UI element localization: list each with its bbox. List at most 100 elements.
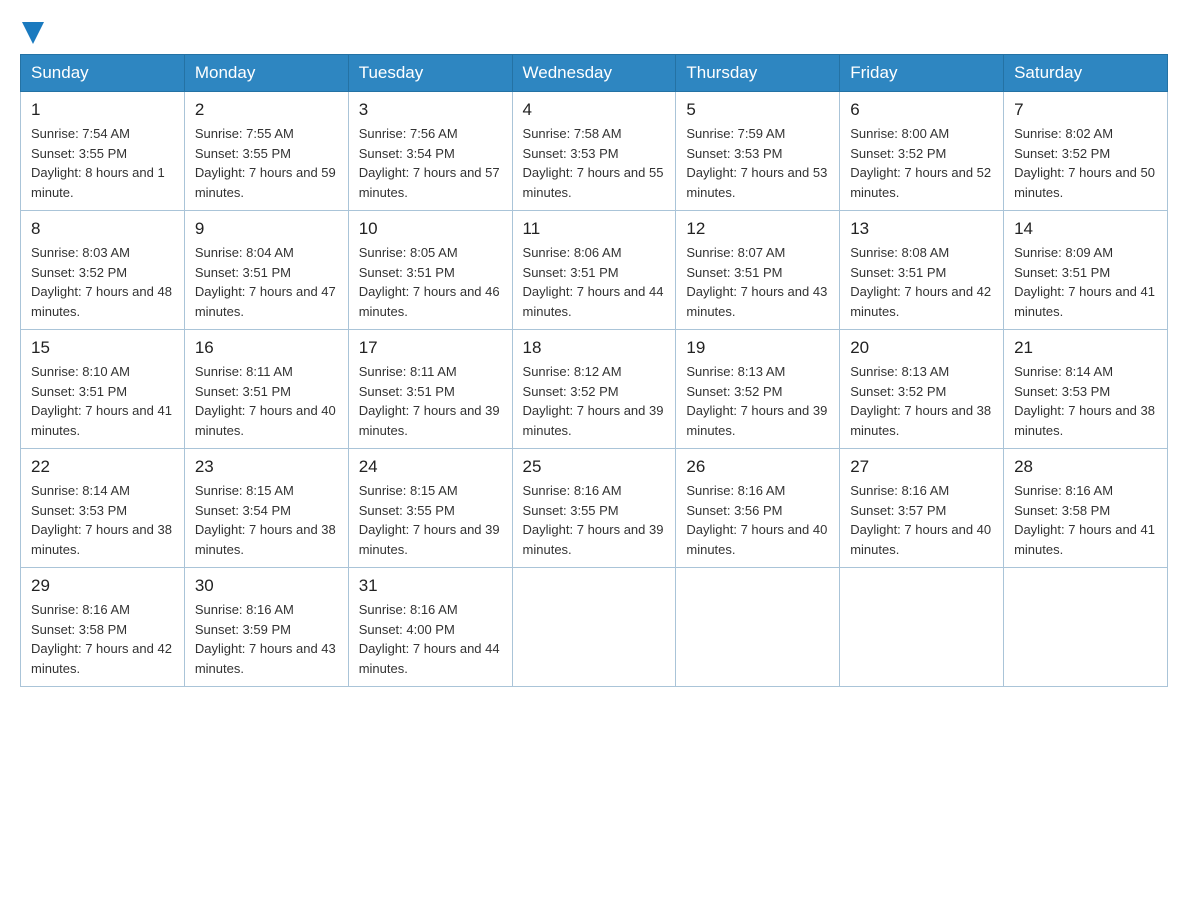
logo-triangle-icon bbox=[22, 22, 44, 44]
day-number: 12 bbox=[686, 219, 829, 239]
logo bbox=[20, 20, 44, 44]
day-number: 3 bbox=[359, 100, 502, 120]
calendar-cell: 23 Sunrise: 8:15 AMSunset: 3:54 PMDayligh… bbox=[184, 449, 348, 568]
calendar-cell: 14Sunrise: 8:09 AMSunset: 3:51 PMDayligh… bbox=[1004, 211, 1168, 330]
day-info: Sunrise: 8:12 AMSunset: 3:52 PMDaylight:… bbox=[523, 362, 666, 440]
calendar-week-4: 22 Sunrise: 8:14 AMSunset: 3:53 PMDayligh… bbox=[21, 449, 1168, 568]
calendar-cell: 12 Sunrise: 8:07 AMSunset: 3:51 PMDayligh… bbox=[676, 211, 840, 330]
day-number: 21 bbox=[1014, 338, 1157, 358]
day-number: 30 bbox=[195, 576, 338, 596]
day-number: 11 bbox=[523, 219, 666, 239]
calendar-week-5: 29Sunrise: 8:16 AMSunset: 3:58 PMDayligh… bbox=[21, 568, 1168, 687]
calendar-cell: 22 Sunrise: 8:14 AMSunset: 3:53 PMDayligh… bbox=[21, 449, 185, 568]
calendar-cell bbox=[512, 568, 676, 687]
calendar-cell: 5 Sunrise: 7:59 AMSunset: 3:53 PMDaylight… bbox=[676, 92, 840, 211]
header-day-saturday: Saturday bbox=[1004, 55, 1168, 92]
day-number: 7 bbox=[1014, 100, 1157, 120]
day-number: 5 bbox=[686, 100, 829, 120]
day-info: Sunrise: 8:07 AMSunset: 3:51 PMDaylight:… bbox=[686, 243, 829, 321]
day-number: 25 bbox=[523, 457, 666, 477]
header-day-tuesday: Tuesday bbox=[348, 55, 512, 92]
calendar-cell: 7 Sunrise: 8:02 AMSunset: 3:52 PMDaylight… bbox=[1004, 92, 1168, 211]
calendar-cell: 19 Sunrise: 8:13 AMSunset: 3:52 PMDayligh… bbox=[676, 330, 840, 449]
calendar-cell: 9 Sunrise: 8:04 AMSunset: 3:51 PMDaylight… bbox=[184, 211, 348, 330]
day-number: 26 bbox=[686, 457, 829, 477]
day-info: Sunrise: 8:16 AMSunset: 4:00 PMDaylight:… bbox=[359, 600, 502, 678]
header-day-wednesday: Wednesday bbox=[512, 55, 676, 92]
calendar-week-2: 8 Sunrise: 8:03 AMSunset: 3:52 PMDaylight… bbox=[21, 211, 1168, 330]
calendar-cell: 4 Sunrise: 7:58 AMSunset: 3:53 PMDaylight… bbox=[512, 92, 676, 211]
day-number: 16 bbox=[195, 338, 338, 358]
calendar-cell bbox=[840, 568, 1004, 687]
day-info: Sunrise: 8:00 AMSunset: 3:52 PMDaylight:… bbox=[850, 124, 993, 202]
day-info: Sunrise: 8:16 AMSunset: 3:55 PMDaylight:… bbox=[523, 481, 666, 559]
day-number: 2 bbox=[195, 100, 338, 120]
calendar-week-1: 1 Sunrise: 7:54 AMSunset: 3:55 PMDaylight… bbox=[21, 92, 1168, 211]
day-info: Sunrise: 8:15 AMSunset: 3:55 PMDaylight:… bbox=[359, 481, 502, 559]
calendar-cell: 30 Sunrise: 8:16 AMSunset: 3:59 PMDayligh… bbox=[184, 568, 348, 687]
calendar-cell: 8 Sunrise: 8:03 AMSunset: 3:52 PMDaylight… bbox=[21, 211, 185, 330]
day-number: 14 bbox=[1014, 219, 1157, 239]
calendar-cell: 1 Sunrise: 7:54 AMSunset: 3:55 PMDaylight… bbox=[21, 92, 185, 211]
day-number: 9 bbox=[195, 219, 338, 239]
calendar-cell: 27 Sunrise: 8:16 AMSunset: 3:57 PMDayligh… bbox=[840, 449, 1004, 568]
calendar-cell: 15 Sunrise: 8:10 AMSunset: 3:51 PMDayligh… bbox=[21, 330, 185, 449]
day-number: 22 bbox=[31, 457, 174, 477]
day-info: Sunrise: 7:54 AMSunset: 3:55 PMDaylight:… bbox=[31, 124, 174, 202]
day-number: 27 bbox=[850, 457, 993, 477]
day-info: Sunrise: 8:05 AMSunset: 3:51 PMDaylight:… bbox=[359, 243, 502, 321]
day-info: Sunrise: 7:58 AMSunset: 3:53 PMDaylight:… bbox=[523, 124, 666, 202]
calendar-cell: 3 Sunrise: 7:56 AMSunset: 3:54 PMDaylight… bbox=[348, 92, 512, 211]
calendar-cell: 17 Sunrise: 8:11 AMSunset: 3:51 PMDayligh… bbox=[348, 330, 512, 449]
day-number: 4 bbox=[523, 100, 666, 120]
day-info: Sunrise: 8:14 AMSunset: 3:53 PMDaylight:… bbox=[1014, 362, 1157, 440]
calendar-body: 1 Sunrise: 7:54 AMSunset: 3:55 PMDaylight… bbox=[21, 92, 1168, 687]
calendar-cell: 16 Sunrise: 8:11 AMSunset: 3:51 PMDayligh… bbox=[184, 330, 348, 449]
calendar-header: SundayMondayTuesdayWednesdayThursdayFrid… bbox=[21, 55, 1168, 92]
header bbox=[20, 20, 1168, 44]
day-info: Sunrise: 8:15 AMSunset: 3:54 PMDaylight:… bbox=[195, 481, 338, 559]
calendar-cell: 24 Sunrise: 8:15 AMSunset: 3:55 PMDayligh… bbox=[348, 449, 512, 568]
calendar-cell: 10 Sunrise: 8:05 AMSunset: 3:51 PMDayligh… bbox=[348, 211, 512, 330]
day-info: Sunrise: 8:16 AMSunset: 3:57 PMDaylight:… bbox=[850, 481, 993, 559]
calendar-cell: 28Sunrise: 8:16 AMSunset: 3:58 PMDayligh… bbox=[1004, 449, 1168, 568]
day-number: 29 bbox=[31, 576, 174, 596]
day-info: Sunrise: 7:59 AMSunset: 3:53 PMDaylight:… bbox=[686, 124, 829, 202]
day-number: 28 bbox=[1014, 457, 1157, 477]
day-number: 10 bbox=[359, 219, 502, 239]
day-number: 1 bbox=[31, 100, 174, 120]
day-number: 6 bbox=[850, 100, 993, 120]
day-number: 31 bbox=[359, 576, 502, 596]
calendar-cell: 18Sunrise: 8:12 AMSunset: 3:52 PMDayligh… bbox=[512, 330, 676, 449]
day-info: Sunrise: 8:10 AMSunset: 3:51 PMDaylight:… bbox=[31, 362, 174, 440]
calendar-cell: 11Sunrise: 8:06 AMSunset: 3:51 PMDayligh… bbox=[512, 211, 676, 330]
day-info: Sunrise: 7:56 AMSunset: 3:54 PMDaylight:… bbox=[359, 124, 502, 202]
day-number: 23 bbox=[195, 457, 338, 477]
day-number: 20 bbox=[850, 338, 993, 358]
day-number: 24 bbox=[359, 457, 502, 477]
day-number: 15 bbox=[31, 338, 174, 358]
day-info: Sunrise: 8:11 AMSunset: 3:51 PMDaylight:… bbox=[359, 362, 502, 440]
day-info: Sunrise: 8:04 AMSunset: 3:51 PMDaylight:… bbox=[195, 243, 338, 321]
calendar-cell: 29Sunrise: 8:16 AMSunset: 3:58 PMDayligh… bbox=[21, 568, 185, 687]
day-info: Sunrise: 8:14 AMSunset: 3:53 PMDaylight:… bbox=[31, 481, 174, 559]
day-info: Sunrise: 8:16 AMSunset: 3:59 PMDaylight:… bbox=[195, 600, 338, 678]
header-day-monday: Monday bbox=[184, 55, 348, 92]
day-info: Sunrise: 8:03 AMSunset: 3:52 PMDaylight:… bbox=[31, 243, 174, 321]
day-info: Sunrise: 7:55 AMSunset: 3:55 PMDaylight:… bbox=[195, 124, 338, 202]
calendar-cell: 31 Sunrise: 8:16 AMSunset: 4:00 PMDayligh… bbox=[348, 568, 512, 687]
day-number: 13 bbox=[850, 219, 993, 239]
header-day-sunday: Sunday bbox=[21, 55, 185, 92]
day-info: Sunrise: 8:08 AMSunset: 3:51 PMDaylight:… bbox=[850, 243, 993, 321]
header-day-friday: Friday bbox=[840, 55, 1004, 92]
day-info: Sunrise: 8:13 AMSunset: 3:52 PMDaylight:… bbox=[686, 362, 829, 440]
calendar-cell: 26Sunrise: 8:16 AMSunset: 3:56 PMDayligh… bbox=[676, 449, 840, 568]
day-info: Sunrise: 8:02 AMSunset: 3:52 PMDaylight:… bbox=[1014, 124, 1157, 202]
header-day-thursday: Thursday bbox=[676, 55, 840, 92]
day-number: 17 bbox=[359, 338, 502, 358]
day-info: Sunrise: 8:11 AMSunset: 3:51 PMDaylight:… bbox=[195, 362, 338, 440]
day-number: 19 bbox=[686, 338, 829, 358]
day-number: 8 bbox=[31, 219, 174, 239]
calendar-cell: 25 Sunrise: 8:16 AMSunset: 3:55 PMDayligh… bbox=[512, 449, 676, 568]
calendar-cell bbox=[676, 568, 840, 687]
